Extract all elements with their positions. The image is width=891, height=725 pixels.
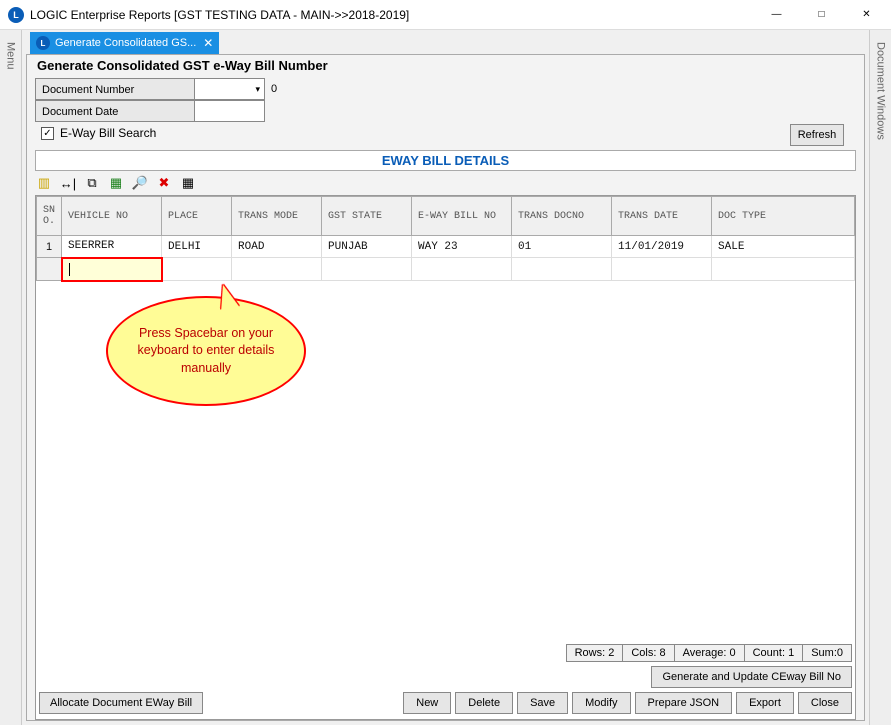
- grid-status-bar: Rows: 2 Cols: 8 Average: 0 Count: 1 Sum:…: [566, 644, 852, 662]
- tool-find-icon[interactable]: 🔎: [131, 174, 149, 192]
- status-cols: Cols: 8: [623, 644, 674, 662]
- tool-delete-icon[interactable]: ✖: [155, 174, 173, 192]
- col-trans-date[interactable]: TRANS DATE: [612, 197, 712, 236]
- status-avg: Average: 0: [675, 644, 745, 662]
- chevron-down-icon: ▾: [255, 84, 260, 95]
- document-windows-side-tab-label: Document Windows: [875, 42, 887, 140]
- cell-eway-bill-no[interactable]: WAY 23: [412, 236, 512, 258]
- status-rows: Rows: 2: [566, 644, 624, 662]
- cell-place[interactable]: DELHI: [162, 236, 232, 258]
- content-panel: Generate Consolidated GST e-Way Bill Num…: [26, 54, 865, 721]
- tool-fit-columns-icon[interactable]: ↔|: [59, 174, 77, 192]
- col-vehicle-no[interactable]: VEHICLE NO: [62, 197, 162, 236]
- cell-trans-docno[interactable]: 01: [512, 236, 612, 258]
- document-windows-side-tab[interactable]: Document Windows: [869, 30, 891, 725]
- cell-trans-mode[interactable]: [232, 258, 322, 281]
- app-icon: L: [8, 7, 24, 23]
- col-trans-docno[interactable]: TRANS DOCNO: [512, 197, 612, 236]
- menu-side-tab[interactable]: Menu: [0, 30, 22, 725]
- maximize-button[interactable]: □: [799, 1, 844, 29]
- panel-heading: Generate Consolidated GST e-Way Bill Num…: [27, 55, 864, 76]
- cell-sn: 1: [37, 236, 62, 258]
- doc-number-label: Document Number: [35, 78, 195, 100]
- new-button[interactable]: New: [403, 692, 451, 714]
- cell-doc-type[interactable]: SALE: [712, 236, 855, 258]
- delete-button[interactable]: Delete: [455, 692, 513, 714]
- prepare-json-button[interactable]: Prepare JSON: [635, 692, 733, 714]
- cell-vehicle-no[interactable]: SEERRER: [62, 236, 162, 258]
- cell-eway-bill-no[interactable]: [412, 258, 512, 281]
- allocate-button[interactable]: Allocate Document EWay Bill: [39, 692, 203, 714]
- col-eway-bill-no[interactable]: E-WAY BILL NO: [412, 197, 512, 236]
- cell-trans-mode[interactable]: ROAD: [232, 236, 322, 258]
- doc-date-label: Document Date: [35, 100, 195, 122]
- eway-search-checkbox[interactable]: ✓: [41, 127, 54, 140]
- cell-doc-type[interactable]: [712, 258, 855, 281]
- cell-gst-state[interactable]: PUNJAB: [322, 236, 412, 258]
- grid-header-row: SN O. VEHICLE NO PLACE TRANS MODE GST ST…: [37, 197, 855, 236]
- col-doc-type[interactable]: DOC TYPE: [712, 197, 855, 236]
- eway-search-label: E-Way Bill Search: [60, 126, 156, 140]
- document-tab-icon: L: [36, 36, 50, 50]
- table-row[interactable]: 1 SEERRER DELHI ROAD PUNJAB WAY 23 01 11…: [37, 236, 855, 258]
- doc-date-input[interactable]: [195, 100, 265, 122]
- col-place[interactable]: PLACE: [162, 197, 232, 236]
- minimize-button[interactable]: —: [754, 1, 799, 29]
- section-title: EWAY BILL DETAILS: [35, 150, 856, 171]
- modify-button[interactable]: Modify: [572, 692, 630, 714]
- col-gst-state[interactable]: GST STATE: [322, 197, 412, 236]
- window-title: LOGIC Enterprise Reports [GST TESTING DA…: [30, 8, 754, 22]
- refresh-button[interactable]: Refresh: [790, 124, 844, 146]
- cell-place[interactable]: [162, 258, 232, 281]
- grid[interactable]: SN O. VEHICLE NO PLACE TRANS MODE GST ST…: [35, 195, 856, 720]
- cell-trans-docno[interactable]: [512, 258, 612, 281]
- window-close-button[interactable]: ✕: [844, 1, 889, 29]
- table-row[interactable]: [37, 258, 855, 281]
- generate-update-button[interactable]: Generate and Update CEway Bill No: [651, 666, 852, 688]
- close-button[interactable]: Close: [798, 692, 852, 714]
- save-button[interactable]: Save: [517, 692, 568, 714]
- cell-vehicle-no-editing[interactable]: [62, 258, 162, 281]
- status-sum: Sum:0: [803, 644, 852, 662]
- cell-sn: [37, 258, 62, 281]
- grid-toolbar: ▥ ↔| ⧉ ▦ 🔎 ✖ ▦: [27, 171, 864, 195]
- document-tab-label: Generate Consolidated GS...: [55, 37, 196, 49]
- cell-trans-date[interactable]: [612, 258, 712, 281]
- doc-number-after: 0: [271, 83, 277, 95]
- tool-grid-icon[interactable]: ▦: [179, 174, 197, 192]
- document-tab[interactable]: L Generate Consolidated GS... ✕: [30, 32, 219, 54]
- menu-side-tab-label: Menu: [5, 42, 17, 70]
- col-sn[interactable]: SN O.: [37, 197, 62, 236]
- document-tab-bar: L Generate Consolidated GS... ✕: [22, 30, 869, 54]
- cell-gst-state[interactable]: [322, 258, 412, 281]
- status-count: Count: 1: [745, 644, 804, 662]
- tool-excel-icon[interactable]: ▦: [107, 174, 125, 192]
- col-trans-mode[interactable]: TRANS MODE: [232, 197, 322, 236]
- export-button[interactable]: Export: [736, 692, 794, 714]
- tab-close-icon[interactable]: ✕: [203, 36, 213, 50]
- cell-trans-date[interactable]: 11/01/2019: [612, 236, 712, 258]
- doc-number-combo[interactable]: ▾: [195, 78, 265, 100]
- tool-copy-icon[interactable]: ⧉: [83, 174, 101, 192]
- tool-notes-icon[interactable]: ▥: [35, 174, 53, 192]
- window-titlebar: L LOGIC Enterprise Reports [GST TESTING …: [0, 0, 891, 30]
